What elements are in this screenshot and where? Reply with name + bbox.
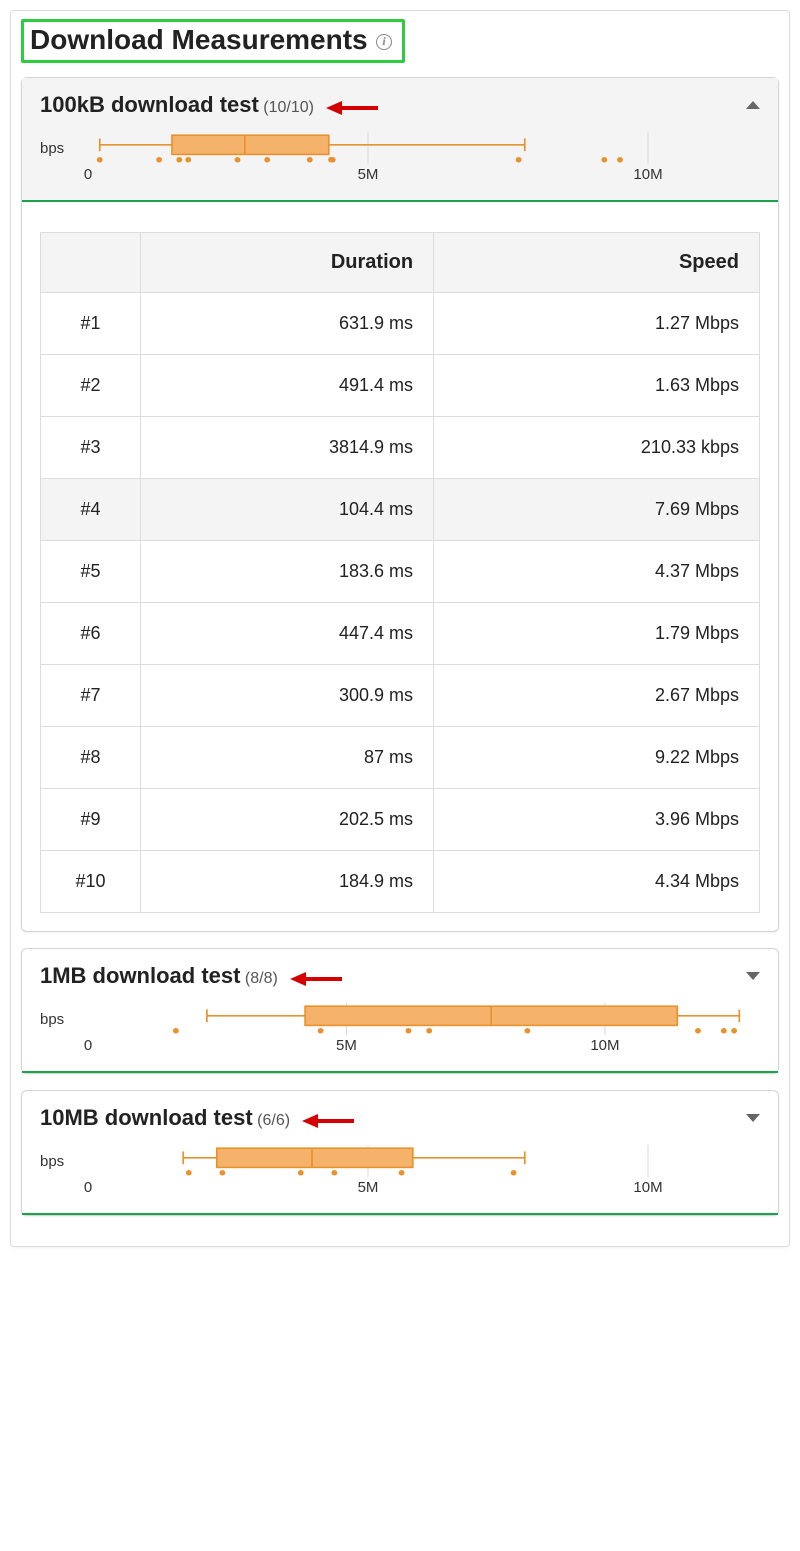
card-header[interactable]: 1MB download test (8/8) bps 05M10M — [22, 949, 778, 1073]
chart-axis: 05M10M — [40, 166, 760, 186]
chart-ylabel: bps — [40, 140, 80, 157]
card-title: 100kB download test — [40, 92, 259, 117]
table-header — [41, 233, 141, 293]
boxplot-chart — [88, 1003, 760, 1035]
boxplot-chart — [88, 1145, 760, 1177]
page-title-highlight-box: Download Measurements i — [21, 19, 405, 63]
card-title: 10MB download test — [40, 1105, 253, 1130]
chart-ylabel: bps — [40, 1153, 80, 1170]
results-table-wrap: DurationSpeed#1631.9 ms1.27 Mbps#2491.4 … — [22, 202, 778, 931]
download-measurements-panel: Download Measurements i 100kB download t… — [10, 10, 790, 1247]
table-row[interactable]: #9202.5 ms3.96 Mbps — [41, 789, 760, 851]
table-row[interactable]: #2491.4 ms1.63 Mbps — [41, 355, 760, 417]
chevron-up-icon[interactable] — [746, 101, 760, 109]
annotation-arrow-icon — [288, 970, 344, 988]
download-test-card: 10MB download test (6/6) bps 05M10M — [21, 1090, 779, 1216]
chart-area: bps 05M10M — [40, 999, 760, 1071]
card-title: 1MB download test — [40, 963, 240, 988]
table-header: Speed — [434, 233, 760, 293]
table-row[interactable]: #7300.9 ms2.67 Mbps — [41, 665, 760, 727]
download-test-card: 1MB download test (8/8) bps 05M10M — [21, 948, 779, 1074]
chart-ylabel: bps — [40, 1011, 80, 1028]
table-row[interactable]: #6447.4 ms1.79 Mbps — [41, 603, 760, 665]
card-count: (6/6) — [257, 1112, 290, 1129]
table-row[interactable]: #10184.9 ms4.34 Mbps — [41, 851, 760, 913]
annotation-arrow-icon — [300, 1112, 356, 1130]
chart-area: bps 05M10M — [40, 128, 760, 200]
boxplot-chart — [88, 132, 760, 164]
table-row[interactable]: #887 ms9.22 Mbps — [41, 727, 760, 789]
annotation-arrow-icon — [324, 99, 380, 117]
card-count: (8/8) — [245, 970, 278, 987]
card-header[interactable]: 10MB download test (6/6) bps 05M10M — [22, 1091, 778, 1215]
card-header[interactable]: 100kB download test (10/10) bps 05M10M — [22, 78, 778, 202]
chart-area: bps 05M10M — [40, 1141, 760, 1213]
results-table: DurationSpeed#1631.9 ms1.27 Mbps#2491.4 … — [40, 232, 760, 913]
card-count: (10/10) — [263, 99, 314, 116]
chart-axis: 05M10M — [40, 1037, 760, 1057]
info-icon[interactable]: i — [376, 34, 392, 50]
table-header: Duration — [141, 233, 434, 293]
chart-axis: 05M10M — [40, 1179, 760, 1199]
page-title: Download Measurements — [30, 24, 368, 56]
table-row[interactable]: #5183.6 ms4.37 Mbps — [41, 541, 760, 603]
table-row[interactable]: #33814.9 ms210.33 kbps — [41, 417, 760, 479]
chevron-down-icon[interactable] — [746, 1114, 760, 1122]
chevron-down-icon[interactable] — [746, 972, 760, 980]
table-row[interactable]: #4104.4 ms7.69 Mbps — [41, 479, 760, 541]
table-row[interactable]: #1631.9 ms1.27 Mbps — [41, 293, 760, 355]
download-test-card: 100kB download test (10/10) bps 05M10M Dura… — [21, 77, 779, 932]
